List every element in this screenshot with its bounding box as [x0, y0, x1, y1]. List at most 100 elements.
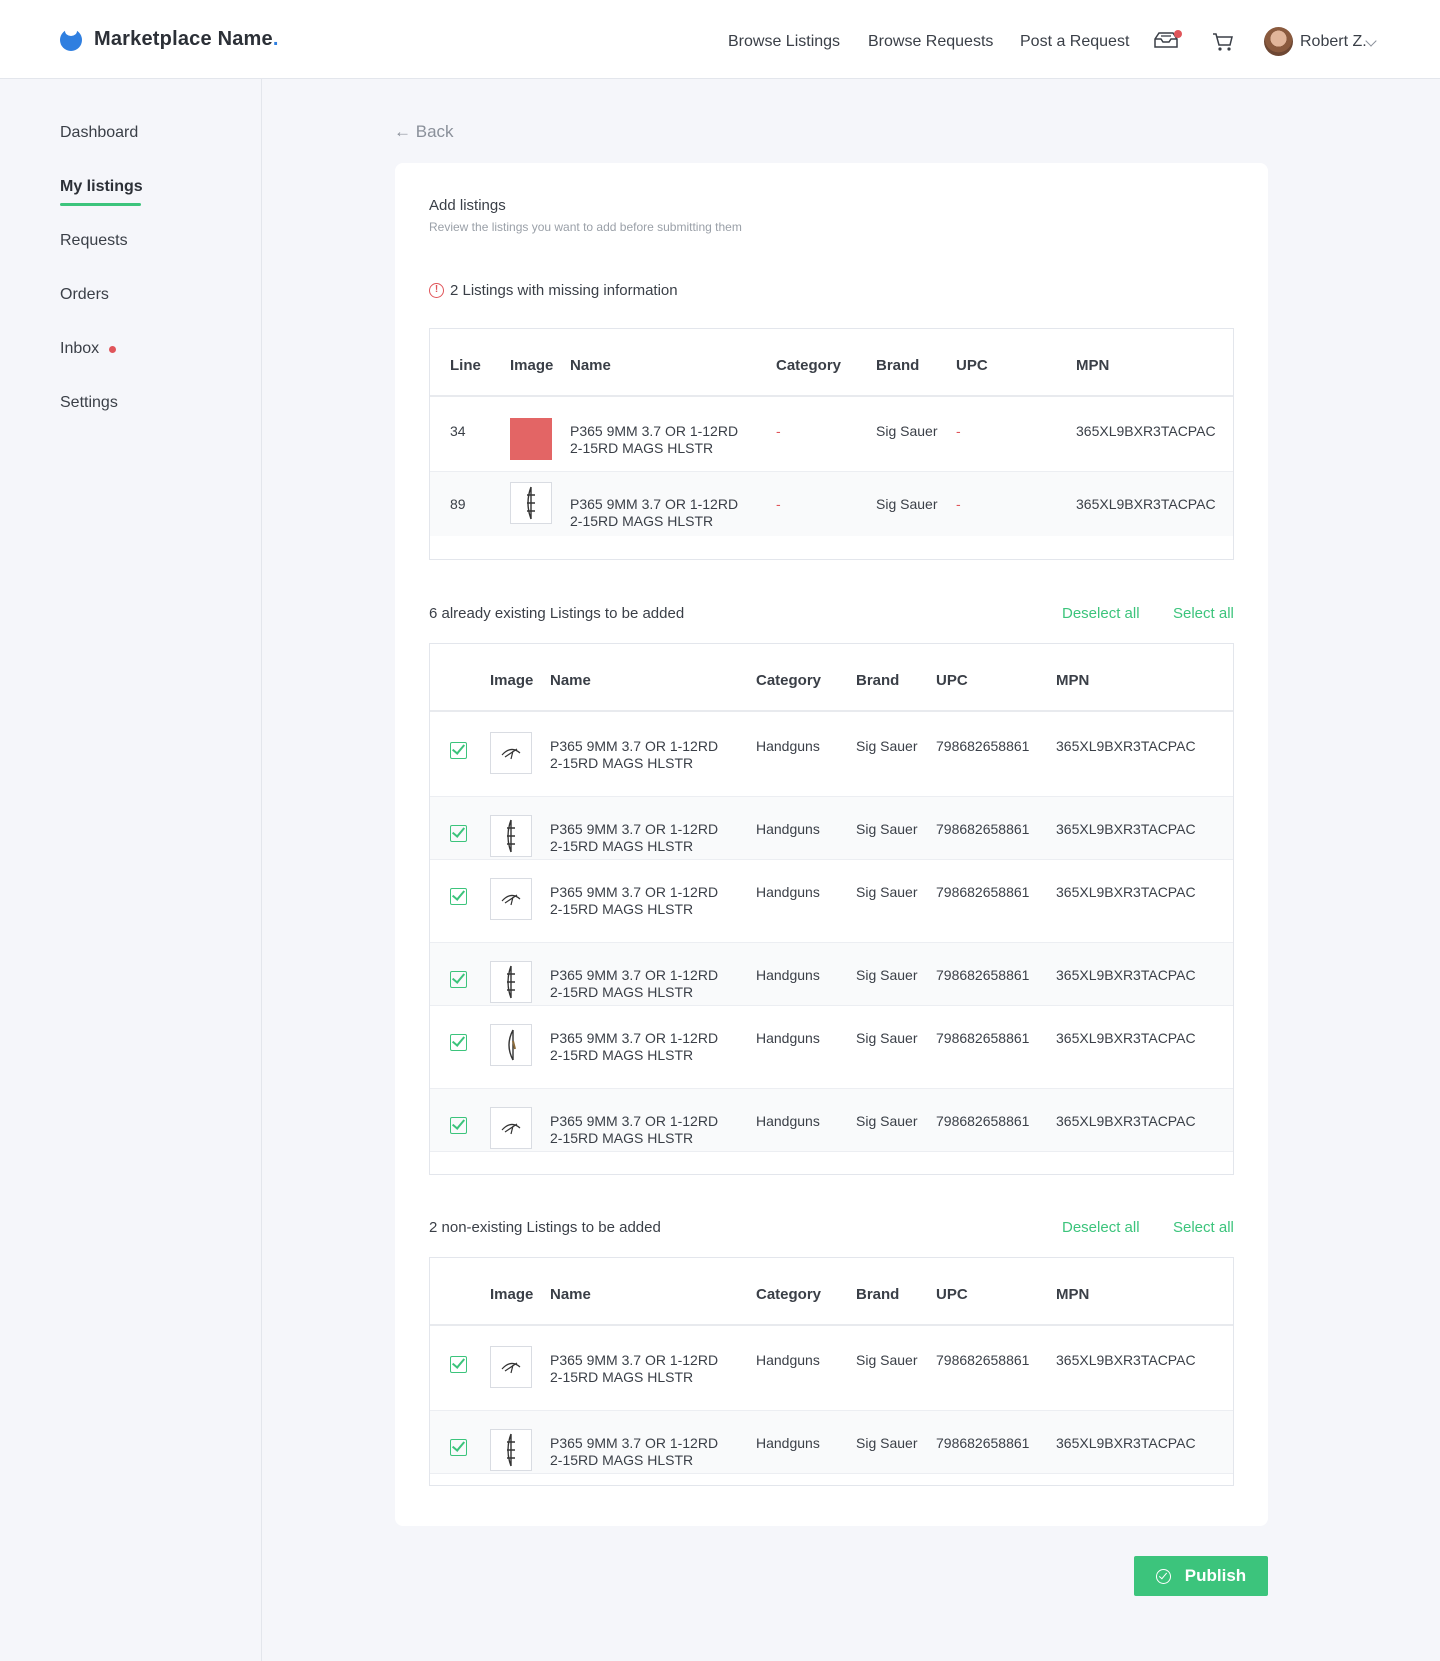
- cart-icon[interactable]: [1212, 32, 1234, 57]
- table-row[interactable]: P365 9MM 3.7 OR 1-12RD 2-15RD MAGS HLSTR H…: [430, 1089, 1233, 1152]
- mpn: 365XL9BXR3TACPAC: [1056, 821, 1196, 837]
- check-circle-icon: [1155, 1568, 1171, 1584]
- table-header: Image Name Category Brand UPC MPN: [430, 644, 1233, 712]
- nav-post-request[interactable]: Post a Request: [1020, 33, 1129, 51]
- row-checkbox[interactable]: [450, 825, 467, 842]
- brand-logo[interactable]: Marketplace Name.: [60, 25, 279, 51]
- table-row[interactable]: P365 9MM 3.7 OR 1-12RD 2-15RD MAGS HLSTR H…: [430, 860, 1233, 943]
- product-name: P365 9MM 3.7 OR 1-12RD 2-15RD MAGS HLSTR: [550, 1435, 719, 1468]
- category: Handguns: [756, 1435, 820, 1451]
- col-line: Line: [450, 357, 481, 374]
- category: Handguns: [756, 1113, 820, 1129]
- category: Handguns: [756, 967, 820, 983]
- product-thumbnail: [490, 961, 532, 1003]
- publish-button[interactable]: Publish: [1134, 1556, 1268, 1596]
- category: Handguns: [756, 1352, 820, 1368]
- category-missing: -: [776, 423, 781, 439]
- mpn: 365XL9BXR3TACPAC: [1056, 884, 1196, 900]
- col-image: Image: [490, 672, 534, 689]
- table-row[interactable]: 89 P365 9MM 3.7 OR 1-12RD 2-15RD MAGS HLS…: [430, 472, 1233, 536]
- row-checkbox[interactable]: [450, 1117, 467, 1134]
- table-row[interactable]: P365 9MM 3.7 OR 1-12RD 2-15RD MAGS HLSTR H…: [430, 1006, 1233, 1089]
- col-category: Category: [756, 672, 822, 689]
- brand: Sig Sauer: [876, 423, 938, 439]
- col-category: Category: [756, 1286, 822, 1303]
- upc: 798682658861: [936, 1113, 1030, 1129]
- col-category: Category: [776, 357, 842, 374]
- col-mpn: MPN: [1056, 672, 1090, 689]
- existing-listings-table: Image Name Category Brand UPC MPN P365 9…: [429, 643, 1234, 1175]
- row-checkbox[interactable]: [450, 1439, 467, 1456]
- upc: 798682658861: [936, 1435, 1030, 1451]
- product-thumbnail: [510, 418, 552, 460]
- sidebar-item-dashboard[interactable]: Dashboard: [60, 124, 138, 142]
- upc: 798682658861: [936, 884, 1030, 900]
- select-all-existing[interactable]: Select all: [1173, 605, 1234, 622]
- product-thumbnail: [490, 732, 532, 774]
- nonexisting-section-label: 2 non-existing Listings to be added: [429, 1219, 661, 1236]
- row-checkbox[interactable]: [450, 1034, 467, 1051]
- sidebar-item-orders[interactable]: Orders: [60, 286, 109, 304]
- category: Handguns: [756, 821, 820, 837]
- warning-text: 2 Listings with missing information: [450, 282, 678, 299]
- mpn: 365XL9BXR3TACPAC: [1056, 1113, 1196, 1129]
- row-checkbox[interactable]: [450, 742, 467, 759]
- table-row[interactable]: P365 9MM 3.7 OR 1-12RD 2-15RD MAGS HLSTR H…: [430, 1328, 1233, 1411]
- category: Handguns: [756, 1030, 820, 1046]
- avatar[interactable]: [1264, 27, 1293, 56]
- mpn: 365XL9BXR3TACPAC: [1056, 967, 1196, 983]
- table-row[interactable]: P365 9MM 3.7 OR 1-12RD 2-15RD MAGS HLSTR H…: [430, 943, 1233, 1006]
- bow-image-icon: [527, 486, 535, 520]
- row-checkbox[interactable]: [450, 888, 467, 905]
- product-thumbnail: [490, 1429, 532, 1471]
- brand: Sig Sauer: [856, 1030, 918, 1046]
- user-name[interactable]: Robert Z.: [1300, 33, 1367, 51]
- upc: 798682658861: [936, 967, 1030, 983]
- row-checkbox[interactable]: [450, 1356, 467, 1373]
- sidebar-item-inbox[interactable]: Inbox: [60, 340, 99, 358]
- col-name: Name: [550, 672, 591, 689]
- chevron-down-icon[interactable]: [1365, 35, 1377, 47]
- category: Handguns: [756, 884, 820, 900]
- table-header: Line Image Name Category Brand UPC MPN: [430, 329, 1233, 397]
- table-row[interactable]: P365 9MM 3.7 OR 1-12RD 2-15RD MAGS HLSTR H…: [430, 714, 1233, 797]
- upc: 798682658861: [936, 738, 1030, 754]
- product-name: P365 9MM 3.7 OR 1-12RD 2-15RD MAGS HLSTR: [550, 738, 719, 771]
- product-thumbnail: [490, 1107, 532, 1149]
- upc: 798682658861: [936, 1030, 1030, 1046]
- existing-section-label: 6 already existing Listings to be added: [429, 605, 685, 622]
- back-link[interactable]: ← Back: [394, 122, 454, 142]
- card-subtitle: Review the listings you want to add befo…: [429, 220, 742, 234]
- deselect-all-nonexisting[interactable]: Deselect all: [1062, 1219, 1140, 1236]
- row-checkbox[interactable]: [450, 971, 467, 988]
- sidebar-item-settings[interactable]: Settings: [60, 394, 118, 412]
- table-row[interactable]: P365 9MM 3.7 OR 1-12RD 2-15RD MAGS HLSTR H…: [430, 797, 1233, 860]
- upc-missing: -: [956, 423, 961, 439]
- product-thumbnail: [490, 815, 532, 857]
- line-number: 89: [450, 496, 466, 512]
- sidebar-item-requests[interactable]: Requests: [60, 232, 128, 250]
- select-all-nonexisting[interactable]: Select all: [1173, 1219, 1234, 1236]
- product-name: P365 9MM 3.7 OR 1-12RD 2-15RD MAGS HLSTR: [570, 496, 739, 529]
- deselect-all-existing[interactable]: Deselect all: [1062, 605, 1140, 622]
- mpn: 365XL9BXR3TACPAC: [1076, 496, 1216, 512]
- nav-browse-listings[interactable]: Browse Listings: [728, 33, 840, 51]
- line-number: 34: [450, 423, 466, 439]
- brand-logo-icon: [60, 25, 82, 51]
- active-indicator: [60, 203, 141, 206]
- nav-browse-requests[interactable]: Browse Requests: [868, 33, 993, 51]
- add-listings-card: Add listings Review the listings you wan…: [395, 163, 1268, 1526]
- brand: Sig Sauer: [856, 1352, 918, 1368]
- table-row[interactable]: P365 9MM 3.7 OR 1-12RD 2-15RD MAGS HLSTR H…: [430, 1411, 1233, 1474]
- product-thumbnail: [490, 1346, 532, 1388]
- upc: 798682658861: [936, 821, 1030, 837]
- col-mpn: MPN: [1076, 357, 1110, 374]
- upc-missing: -: [956, 496, 961, 512]
- publish-label: Publish: [1184, 1566, 1247, 1585]
- col-mpn: MPN: [1056, 1286, 1090, 1303]
- nonexisting-listings-table: Image Name Category Brand UPC MPN P365 9…: [429, 1257, 1234, 1486]
- product-name: P365 9MM 3.7 OR 1-12RD 2-15RD MAGS HLSTR: [550, 1352, 719, 1385]
- brand: Sig Sauer: [856, 821, 918, 837]
- table-row[interactable]: 34 P365 9MM 3.7 OR 1-12RD 2-15RD MAGS HLS…: [430, 399, 1233, 472]
- sidebar-item-my-listings[interactable]: My listings: [60, 178, 143, 196]
